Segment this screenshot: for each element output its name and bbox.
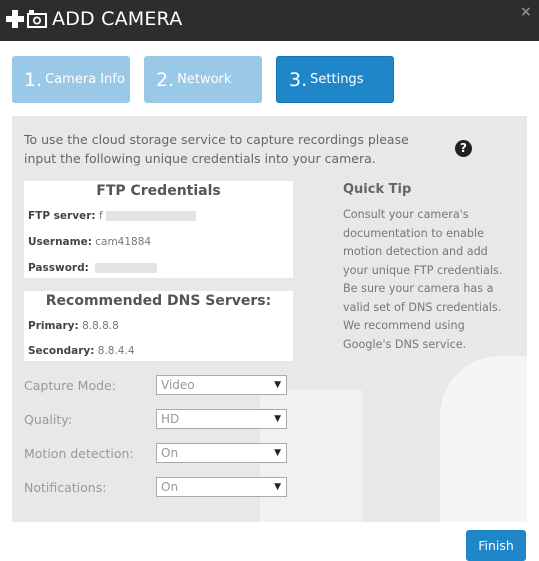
ftp-server-value: f (98, 210, 103, 222)
ftp-credentials-box: FTP Credentials FTP server: f Username: … (24, 181, 293, 278)
password-row: Password: (28, 262, 158, 274)
username-label: Username: (28, 236, 92, 248)
motion-detection-select[interactable]: On ▼ (156, 443, 287, 463)
primary-label: Primary: (28, 320, 79, 332)
password-label: Password: (28, 262, 89, 274)
step-number: 1. (24, 68, 43, 91)
background-shape (440, 356, 527, 522)
step-label: Camera Info (45, 72, 125, 87)
intro-text: To use the cloud storage service to capt… (24, 132, 409, 166)
help-icon[interactable]: ? (455, 140, 472, 157)
redacted-value (105, 211, 196, 221)
camera-icon (27, 10, 47, 28)
redacted-value (95, 263, 158, 273)
primary-dns-row: Primary: 8.8.8.8 (28, 320, 119, 332)
dialog-title: ADD CAMERA (52, 8, 183, 30)
primary-value: 8.8.8.8 (82, 320, 119, 332)
capture-mode-label: Capture Mode: (24, 378, 116, 393)
capture-mode-value: Video (161, 378, 195, 392)
notifications-select[interactable]: On ▼ (156, 477, 287, 497)
dropdown-arrow-icon: ▼ (274, 482, 281, 492)
ftp-heading: FTP Credentials (96, 183, 221, 199)
dropdown-arrow-icon: ▼ (274, 448, 281, 458)
capture-mode-select[interactable]: Video ▼ (156, 375, 287, 395)
tab-camera-info[interactable]: 1. Camera Info (12, 56, 130, 103)
quality-label: Quality: (24, 412, 72, 427)
username-row: Username: cam41884 (28, 236, 151, 248)
dialog-header: ADD CAMERA × (0, 0, 539, 41)
tab-settings[interactable]: 3. Settings (276, 56, 394, 103)
step-label: Network (177, 72, 232, 87)
secondary-dns-row: Secondary: 8.8.4.4 (28, 345, 135, 357)
secondary-value: 8.8.4.4 (97, 345, 135, 357)
quality-value: HD (161, 412, 180, 426)
step-number: 3. (289, 68, 308, 91)
step-number: 2. (156, 68, 175, 91)
ftp-server-row: FTP server: f (28, 210, 196, 222)
quick-tip-body: Consult your camera's documentation to e… (343, 208, 503, 351)
username-value: cam41884 (95, 236, 152, 248)
dropdown-arrow-icon: ▼ (274, 414, 281, 424)
motion-detection-value: On (161, 446, 179, 460)
dns-heading: Recommended DNS Servers: (45, 293, 272, 309)
quality-select[interactable]: HD ▼ (156, 409, 287, 429)
dropdown-arrow-icon: ▼ (274, 380, 281, 390)
plus-icon (6, 10, 24, 28)
motion-detection-label: Motion detection: (24, 446, 134, 461)
notifications-value: On (161, 480, 179, 494)
finish-button[interactable]: Finish (466, 530, 526, 561)
notifications-label: Notifications: (24, 480, 107, 495)
secondary-label: Secondary: (28, 345, 95, 357)
quick-tip-title: Quick Tip (343, 182, 412, 197)
tab-network[interactable]: 2. Network (144, 56, 262, 103)
ftp-server-label: FTP server: (28, 210, 96, 222)
close-icon[interactable]: × (520, 4, 532, 20)
settings-panel: To use the cloud storage service to capt… (12, 116, 527, 522)
step-label: Settings (310, 72, 364, 87)
dns-servers-box: Recommended DNS Servers: Primary: 8.8.8.… (24, 291, 293, 361)
